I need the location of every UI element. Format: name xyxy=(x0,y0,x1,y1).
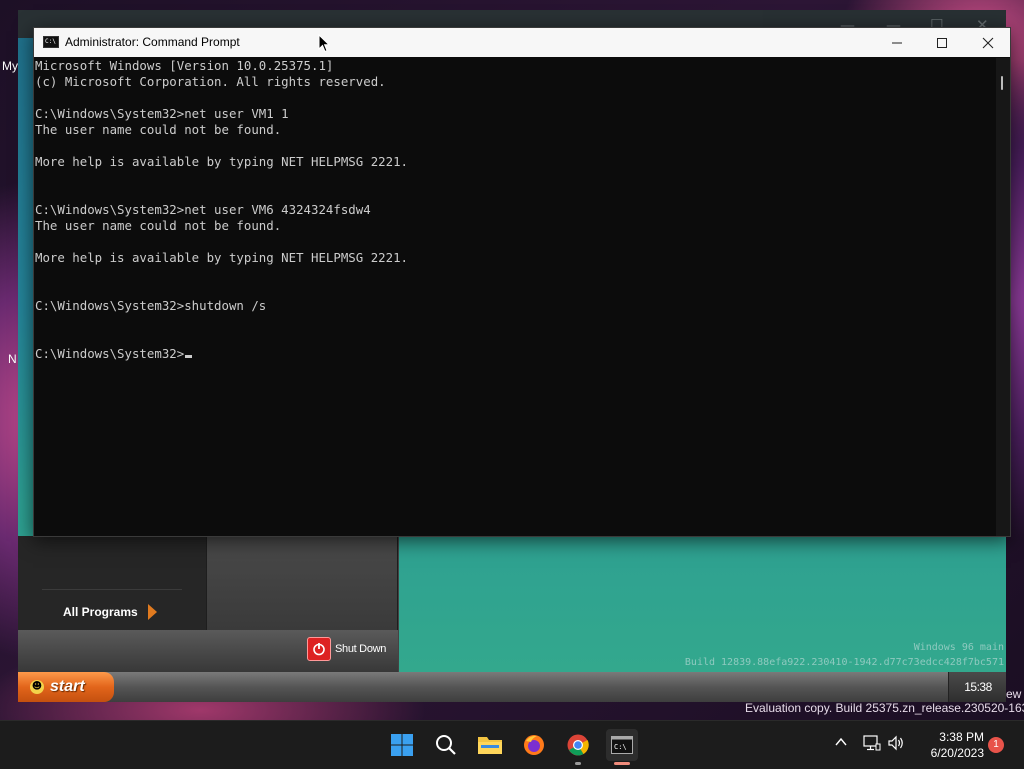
console-line: C:\Windows\System32>shutdown /s xyxy=(35,298,267,313)
firefox-button[interactable] xyxy=(518,729,550,761)
console-output[interactable]: Microsoft Windows [Version 10.0.25375.1]… xyxy=(34,58,997,536)
all-programs-button[interactable]: All Programs xyxy=(63,601,193,623)
cmd-app-icon: C:\ xyxy=(43,36,59,48)
console-prompt: C:\Windows\System32> xyxy=(35,346,185,361)
console-line: The user name could not be found. xyxy=(35,218,282,233)
folder-icon xyxy=(478,737,502,754)
console-prompt-line[interactable]: C:\Windows\System32> xyxy=(35,346,997,362)
console-line: (c) Microsoft Corporation. All rights re… xyxy=(35,74,386,89)
console-line: More help is available by typing NET HEL… xyxy=(35,250,408,265)
arrow-right-icon xyxy=(147,604,157,620)
desktop-edge-text: ew xyxy=(1006,687,1022,701)
evaluation-watermark: Evaluation copy. Build 25375.zn_release.… xyxy=(745,701,1024,715)
mouse-pointer-icon xyxy=(318,33,331,57)
vm-taskbar: ☻ start 15:38 xyxy=(18,672,1006,702)
close-button[interactable] xyxy=(965,28,1011,57)
command-prompt-window[interactable]: C:\ Administrator: Command Prompt Micros… xyxy=(33,27,1011,537)
build-watermark: Windows 96 main Build 12839.88efa922.230… xyxy=(685,640,1004,670)
text-cursor xyxy=(185,355,193,358)
volume-icon[interactable] xyxy=(887,735,905,755)
console-line: C:\Windows\System32>net user VM6 4324324… xyxy=(35,202,371,217)
windows-start-button[interactable] xyxy=(386,729,418,761)
clock-time: 3:38 PM xyxy=(939,730,984,744)
all-programs-label: All Programs xyxy=(63,605,138,619)
window-titlebar[interactable]: C:\ Administrator: Command Prompt xyxy=(34,28,1010,57)
network-icon[interactable] xyxy=(863,735,881,755)
desktop-icon-label: N xyxy=(8,352,17,366)
divider xyxy=(42,589,182,590)
maximize-icon xyxy=(937,37,947,48)
windows-logo-icon xyxy=(391,734,413,756)
command-prompt-taskbar-button[interactable]: C:\ xyxy=(606,729,638,765)
minimize-icon xyxy=(892,42,902,43)
terminal-icon: C:\ xyxy=(611,736,633,754)
active-indicator xyxy=(614,762,630,765)
start-menu: All Programs Shut Down xyxy=(18,536,399,672)
console-line: C:\Windows\System32>net user VM1 1 xyxy=(35,106,289,121)
console-line: Microsoft Windows [Version 10.0.25375.1] xyxy=(35,58,334,73)
power-icon xyxy=(307,637,331,661)
shut-down-label: Shut Down xyxy=(335,643,387,655)
smiley-logo-icon: ☻ xyxy=(30,680,44,694)
chrome-button[interactable] xyxy=(562,729,594,765)
window-title: Administrator: Command Prompt xyxy=(65,35,240,49)
console-line: More help is available by typing NET HEL… xyxy=(35,154,408,169)
vm-clock[interactable]: 15:38 xyxy=(948,672,1006,702)
desktop-icon-label: My xyxy=(2,59,18,73)
running-indicator xyxy=(575,762,581,765)
maximize-button[interactable] xyxy=(919,28,965,57)
start-button[interactable]: ☻ start xyxy=(18,672,114,702)
start-menu-right-pane xyxy=(207,536,397,630)
svg-text:C:\: C:\ xyxy=(614,743,627,751)
console-line: The user name could not be found. xyxy=(35,122,282,137)
shut-down-button[interactable]: Shut Down xyxy=(307,637,386,661)
host-taskbar: C:\ 3:38 PM 6/20/2023 1 xyxy=(0,720,1024,769)
close-icon xyxy=(982,37,994,48)
chrome-icon xyxy=(567,734,589,756)
search-icon xyxy=(436,735,456,755)
scrollbar-thumb[interactable] xyxy=(1001,76,1003,90)
taskbar-clock[interactable]: 3:38 PM 6/20/2023 xyxy=(912,729,984,761)
firefox-icon xyxy=(524,735,544,755)
minimize-button[interactable] xyxy=(874,28,920,57)
watermark-line: Windows 96 main xyxy=(913,642,1004,653)
file-explorer-button[interactable] xyxy=(474,729,506,761)
clock-date: 6/20/2023 xyxy=(930,746,984,760)
start-label: start xyxy=(50,678,85,695)
vertical-scrollbar[interactable] xyxy=(996,58,1010,536)
chevron-up-icon[interactable] xyxy=(834,735,848,753)
watermark-line: Build 12839.88efa922.230410-1942.d77c73e… xyxy=(684,657,1004,668)
notification-badge[interactable]: 1 xyxy=(988,737,1004,753)
search-button[interactable] xyxy=(430,729,462,761)
